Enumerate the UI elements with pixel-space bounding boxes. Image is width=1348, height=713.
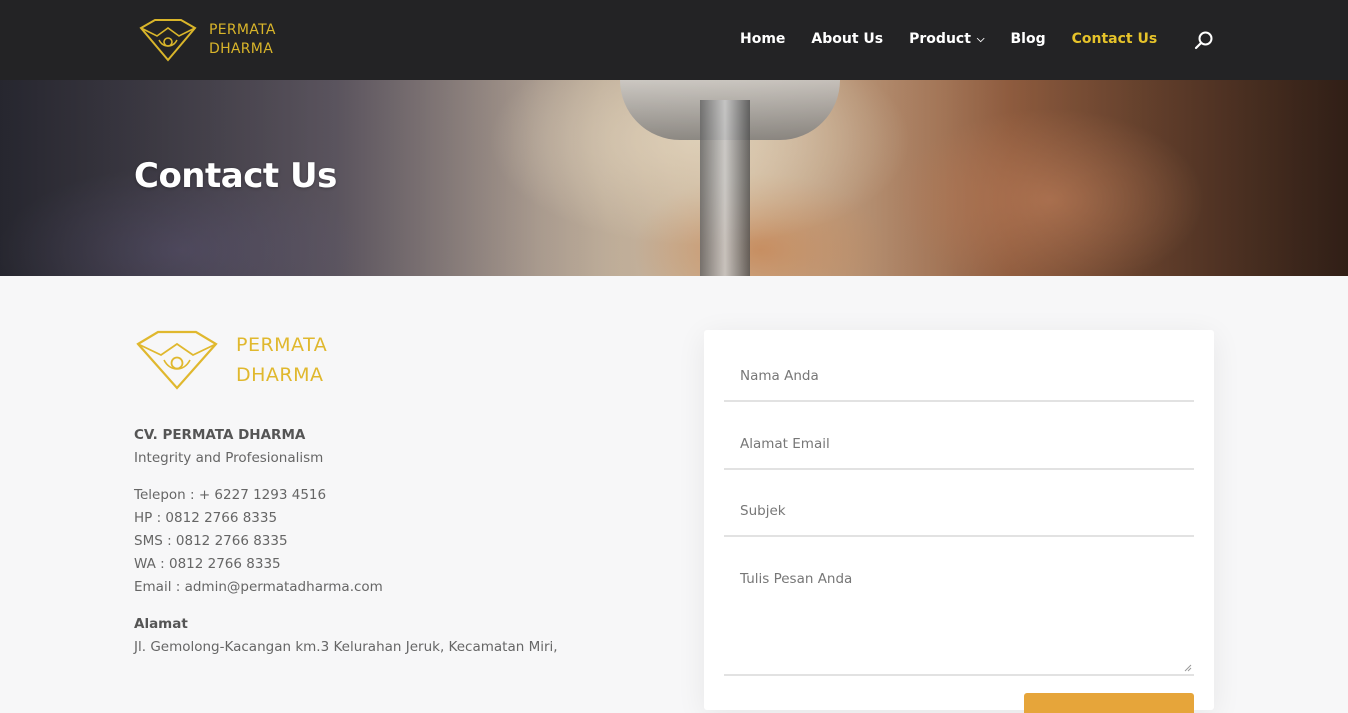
contact-email: Email : admin@permatadharma.com	[134, 579, 383, 595]
subject-field[interactable]: Subjek	[724, 470, 1194, 537]
contact-wa: WA : 0812 2766 8335	[134, 556, 281, 572]
main-nav: Home About Us Product ⌵ Blog Contact Us	[740, 31, 1183, 47]
contact-info: CV. PERMATA DHARMA Integrity and Profesi…	[134, 424, 558, 659]
nav-home[interactable]: Home	[740, 31, 785, 47]
site-header: PERMATA DHARMA Home About Us Product ⌵ Bl…	[0, 0, 1348, 80]
site-logo[interactable]: PERMATA DHARMA	[137, 18, 276, 62]
diamond-logo-icon	[136, 330, 218, 390]
hero-banner: Contact Us	[0, 80, 1348, 276]
page-title: Contact Us	[134, 156, 337, 196]
nav-blog-label: Blog	[1010, 31, 1046, 47]
logo-line-1: PERMATA	[209, 22, 276, 38]
nav-contact-label: Contact Us	[1071, 31, 1158, 47]
email-field[interactable]: Alamat Email	[724, 402, 1194, 470]
logo-text: PERMATA DHARMA	[209, 21, 276, 59]
contact-sms: SMS : 0812 2766 8335	[134, 533, 288, 549]
nav-blog[interactable]: Blog	[1011, 31, 1046, 47]
company-logo-line-2: DHARMA	[236, 364, 324, 386]
company-logo: PERMATA DHARMA	[134, 330, 327, 390]
address-heading: Alamat	[134, 616, 188, 632]
resize-handle-icon[interactable]	[1184, 664, 1192, 672]
chevron-down-icon: ⌵	[976, 33, 985, 45]
contact-hp: HP : 0812 2766 8335	[134, 510, 278, 526]
name-field[interactable]: Nama Anda	[724, 330, 1194, 402]
nav-product-label: Product	[909, 31, 971, 47]
search-icon[interactable]	[1194, 30, 1214, 50]
logo-line-2: DHARMA	[209, 41, 274, 57]
nav-contact-us[interactable]: Contact Us	[1072, 31, 1158, 47]
nav-about-us[interactable]: About Us	[811, 31, 883, 47]
company-logo-text: PERMATA DHARMA	[236, 330, 327, 390]
company-tagline: Integrity and Profesionalism	[134, 450, 324, 466]
address-line: Jl. Gemolong-Kacangan km.3 Kelurahan Jer…	[134, 639, 558, 655]
diamond-logo-icon	[139, 19, 197, 62]
submit-button[interactable]	[1024, 693, 1194, 713]
company-name: CV. PERMATA DHARMA	[134, 427, 306, 443]
subject-placeholder: Subjek	[740, 503, 786, 519]
email-placeholder: Alamat Email	[740, 436, 830, 452]
company-logo-line-1: PERMATA	[236, 334, 328, 356]
nav-home-label: Home	[740, 31, 786, 47]
name-placeholder: Nama Anda	[740, 368, 819, 384]
contact-phone: Telepon : + 6227 1293 4516	[134, 487, 327, 503]
nav-about-label: About Us	[811, 31, 884, 47]
nav-product[interactable]: Product ⌵	[909, 31, 984, 47]
message-textarea[interactable]: Tulis Pesan Anda	[724, 537, 1194, 676]
contact-form: Nama Anda Alamat Email Subjek Tulis Pesa…	[704, 330, 1214, 713]
message-placeholder: Tulis Pesan Anda	[740, 571, 853, 587]
